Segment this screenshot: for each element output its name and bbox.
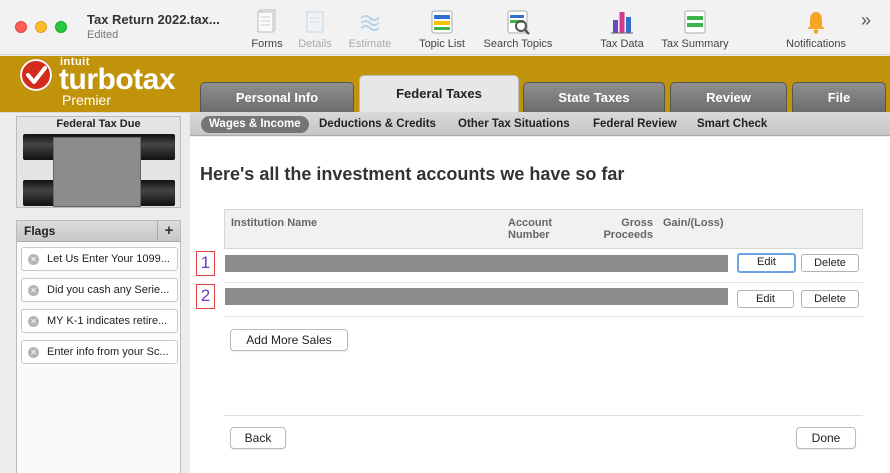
back-button[interactable]: Back [230, 427, 286, 449]
subtab-other-tax-situations[interactable]: Other Tax Situations [458, 116, 570, 133]
search-topics-label: Search Topics [483, 38, 553, 50]
estimate-button[interactable]: Estimate [342, 6, 398, 52]
zoom-window-button[interactable] [55, 21, 67, 33]
estimate-icon [360, 15, 380, 31]
flag-text: Let Us Enter Your 1099... [47, 253, 170, 265]
flags-title: Flags [24, 224, 56, 238]
flag-text: Did you cash any Serie... [47, 284, 170, 296]
column-gain-loss: Gain/(Loss) [663, 217, 724, 229]
toolbar-overflow-button[interactable]: » [861, 10, 871, 31]
delete-account-button[interactable]: Delete [801, 254, 859, 272]
federal-tax-due-panel: Federal Tax Due [16, 116, 181, 208]
redacted-tax-due-amount [53, 137, 141, 207]
edit-account-button[interactable]: Edit [737, 290, 794, 308]
subtab-deductions-credits[interactable]: Deductions & Credits [319, 116, 436, 133]
details-label: Details [298, 38, 332, 50]
flag-text: MY K-1 indicates retire... [47, 315, 168, 327]
subtab-wages-income[interactable]: Wages & Income [201, 116, 309, 133]
tab-federal-taxes[interactable]: Federal Taxes [359, 75, 519, 112]
edit-account-button[interactable]: Edit [737, 253, 796, 273]
redacted-account-details [225, 288, 728, 305]
tax-data-label: Tax Data [600, 38, 644, 50]
remove-flag-icon[interactable]: ✕ [28, 254, 39, 265]
tax-summary-label: Tax Summary [661, 38, 729, 50]
remove-flag-icon[interactable]: ✕ [28, 316, 39, 327]
table-row: Edit Delete [224, 283, 863, 317]
page-title: Here's all the investment accounts we ha… [200, 164, 625, 184]
brand-header: intuit turbotax Premier Personal Info Fe… [0, 56, 890, 112]
topic-list-icon [431, 10, 453, 34]
document-title: Tax Return 2022.tax... [87, 12, 220, 27]
column-gross-proceeds: Gross Proceeds [601, 217, 653, 241]
tax-data-button[interactable]: Tax Data [596, 6, 648, 52]
tab-label: State Taxes [558, 90, 630, 105]
flag-text: Enter info from your Sc... [47, 346, 169, 358]
row-marker-1: 1 [196, 251, 215, 276]
document-status: Edited [87, 29, 119, 41]
left-sidebar: Federal Tax Due Flags + ✕ Let Us Enter Y… [0, 113, 190, 473]
topic-list-label: Topic List [419, 38, 465, 50]
notifications-label: Notifications [786, 38, 846, 50]
column-account-number: Account Number [508, 217, 552, 241]
bell-icon [807, 12, 825, 34]
column-account-line2: Number [508, 229, 550, 241]
remove-flag-icon[interactable]: ✕ [28, 285, 39, 296]
flags-panel: Flags + ✕ Let Us Enter Your 1099... ✕ Di… [16, 220, 181, 473]
close-window-button[interactable] [15, 21, 27, 33]
flag-item[interactable]: ✕ Let Us Enter Your 1099... [21, 247, 178, 271]
federal-tax-due-title: Federal Tax Due [56, 118, 141, 130]
tab-state-taxes[interactable]: State Taxes [523, 82, 665, 112]
title-bar: Tax Return 2022.tax... Edited Forms Deta… [0, 0, 890, 55]
minimize-window-button[interactable] [35, 21, 47, 33]
search-topics-button[interactable]: Search Topics [479, 6, 557, 52]
notifications-button[interactable]: Notifications [780, 6, 852, 52]
topic-list-button[interactable]: Topic List [413, 6, 471, 52]
turbotax-check-logo-icon [20, 59, 52, 91]
flag-item[interactable]: ✕ Enter info from your Sc... [21, 340, 178, 364]
row-marker-2: 2 [196, 284, 215, 309]
flag-item[interactable]: ✕ Did you cash any Serie... [21, 278, 178, 302]
tax-summary-icon [684, 10, 706, 34]
forms-label: Forms [251, 38, 283, 50]
forms-icon [257, 9, 276, 33]
column-gross-line2: Proceeds [603, 229, 653, 241]
subtab-federal-review[interactable]: Federal Review [593, 116, 677, 133]
table-row: Edit Delete [224, 249, 863, 283]
main-content: Here's all the investment accounts we ha… [190, 137, 890, 473]
tab-label: Review [706, 90, 751, 105]
tab-personal-info[interactable]: Personal Info [200, 82, 354, 112]
search-topics-icon [507, 10, 530, 35]
column-account-line1: Account [508, 217, 552, 229]
remove-flag-icon[interactable]: ✕ [28, 347, 39, 358]
add-flag-button[interactable]: + [157, 221, 180, 242]
forms-button[interactable]: Forms [245, 6, 289, 52]
flags-header: Flags + [17, 221, 180, 242]
estimate-label: Estimate [348, 38, 392, 50]
tax-summary-button[interactable]: Tax Summary [656, 6, 734, 52]
add-more-sales-button[interactable]: Add More Sales [230, 329, 348, 351]
subtab-smart-check[interactable]: Smart Check [697, 116, 767, 133]
column-gross-line1: Gross [621, 217, 653, 229]
tab-label: File [827, 90, 851, 105]
tax-data-chart-icon [611, 12, 633, 34]
flag-item[interactable]: ✕ MY K-1 indicates retire... [21, 309, 178, 333]
table-header: Institution Name Account Number Gross Pr… [224, 209, 863, 249]
details-button[interactable]: Details [293, 6, 337, 52]
tab-label: Federal Taxes [396, 86, 482, 101]
tab-file[interactable]: File [792, 82, 886, 112]
divider [224, 415, 863, 416]
details-icon [306, 11, 324, 33]
delete-account-button[interactable]: Delete [801, 290, 859, 308]
tab-review[interactable]: Review [670, 82, 787, 112]
edition-label: Premier [62, 92, 112, 108]
tab-label: Personal Info [235, 90, 319, 105]
redacted-account-details [225, 255, 728, 272]
done-button[interactable]: Done [796, 427, 856, 449]
column-institution-name: Institution Name [231, 217, 318, 229]
